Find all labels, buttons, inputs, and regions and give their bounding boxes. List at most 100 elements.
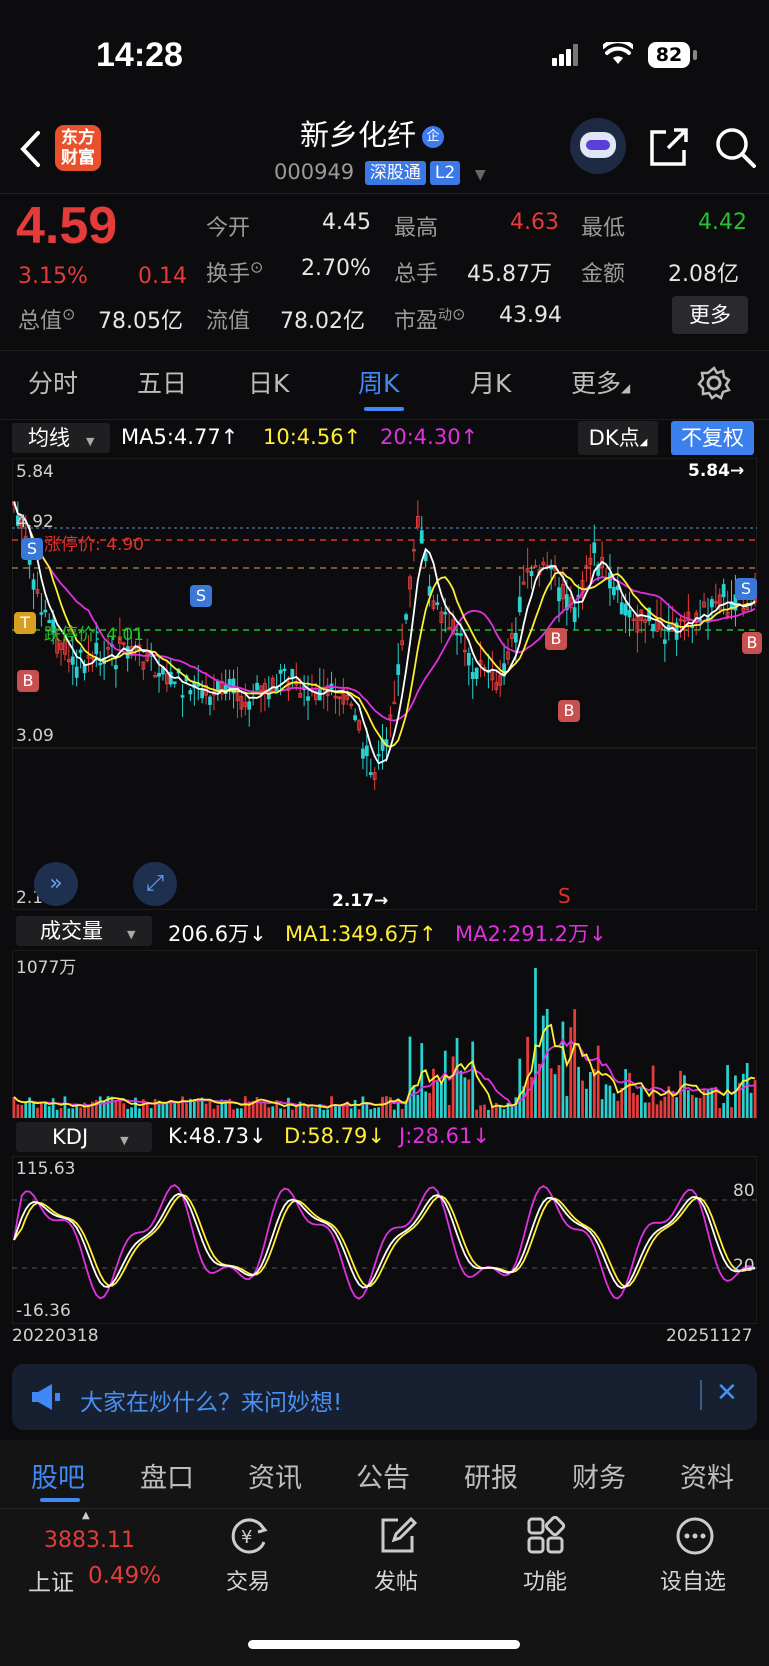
tab-forum[interactable]: 股吧 [31,1456,85,1495]
volume-indicator-select[interactable]: 成交量 ▼ [16,916,152,946]
volume-ma1-label: MA1:349.6万↑ [285,922,437,946]
level2-tag: L2 [429,161,461,185]
current-price: 4.59 [16,197,118,255]
tab-profile[interactable]: 资料 [680,1456,734,1495]
high-label: 最高 [394,216,439,241]
index-change[interactable]: 0.49% [88,1563,161,1589]
tab-day-k[interactable]: 日K [248,364,289,400]
volume-value-label: 206.6万↓ [168,922,267,946]
tab-news[interactable]: 资讯 [248,1456,302,1495]
connect-tag: 深股通 [364,161,426,185]
kdj-indicator-select[interactable]: KDJ ▼ [16,1122,152,1152]
no-adjust-button[interactable]: 不复权 [671,421,754,455]
sell-badge: S [735,578,757,600]
high-value: 4.63 [510,210,559,235]
back-icon[interactable] [18,130,42,168]
kline-chart[interactable] [12,458,757,910]
battery-icon: 82 [648,42,690,68]
close-icon[interactable]: ✕ [716,1378,738,1408]
trade-label[interactable]: 交易 [226,1564,270,1596]
search-icon[interactable] [714,126,758,170]
ai-prompt-text[interactable]: 大家在炒什么？来问妙想! [80,1383,342,1417]
change-value: 0.14 [138,264,187,289]
y-axis-top: 5.84 [16,462,54,482]
low-label: 最低 [581,216,626,241]
volume-y-top: 1077万 [16,958,77,978]
more-dots-icon[interactable] [675,1516,715,1556]
info-icon[interactable]: ⊙ [250,258,263,277]
tab-five-day[interactable]: 五日 [137,364,187,400]
status-bar: 14:28 82 [0,0,769,110]
settings-gear-icon[interactable] [697,366,731,400]
index-value[interactable]: 3883.11 [44,1528,135,1553]
kdj-y-top: 115.63 [16,1159,76,1179]
mcap-value: 78.05亿 [98,309,183,334]
ma5-label: MA5:4.77↑ [121,425,239,449]
limit-down-label: 跌停价: 4.01 [44,625,144,645]
trade-icon[interactable]: ¥ [228,1516,270,1556]
min-price-marker: 2.17→ [332,891,389,911]
buy-badge: B [545,628,567,650]
tab-research[interactable]: 研报 [464,1456,518,1495]
divider [0,193,769,194]
ma20-label: 20:4.30↑ [380,425,479,449]
kdj-j-label: J:28.61↓ [399,1124,490,1148]
function-label[interactable]: 功能 [523,1564,567,1596]
kdj-k-label: K:48.73↓ [168,1124,267,1148]
ma-indicator-select[interactable]: 均线 ▼ [12,423,110,453]
tab-week-k[interactable]: 周K [358,364,399,400]
kdj-chart [12,1156,757,1324]
tab-month-k[interactable]: 月K [470,364,511,400]
active-tab-indicator [364,407,404,411]
info-icon[interactable]: ⊙ [452,305,465,324]
buy-badge: B [17,670,39,692]
stock-name: 新乡化纤 [300,118,417,152]
tab-more[interactable]: 更多◢ [571,364,630,400]
signal-icon [552,44,578,66]
turnover-value: 2.70% [301,256,371,281]
y-axis-mid1: 4.92 [16,512,54,532]
kdj-level-20: 20 [733,1256,755,1276]
max-price-marker: 5.84→ [688,461,745,481]
robot-assistant-icon[interactable] [570,118,626,174]
app-logo: 东方财富 [55,125,101,171]
post-edit-icon[interactable] [378,1516,418,1556]
function-grid-icon[interactable] [526,1516,566,1556]
open-label: 今开 [206,216,251,241]
tab-financials[interactable]: 财务 [572,1456,626,1495]
sell-badge: S [190,585,212,607]
turnover-label: 换手⊙ [206,257,264,287]
change-percent: 3.15% [18,264,88,289]
share-icon[interactable] [648,126,690,168]
tab-orderbook[interactable]: 盘口 [140,1456,194,1495]
tab-intraday[interactable]: 分时 [28,364,78,400]
home-indicator [248,1640,520,1649]
sell-signal-marker: S [558,884,571,908]
stock-title: 新乡化纤企 [300,112,445,154]
amount-label: 金额 [581,262,626,287]
dk-point-button[interactable]: DK点◢ [578,421,658,455]
pe-value: 43.94 [499,303,562,328]
fullscreen-icon[interactable]: ⤢ [133,862,177,906]
kdj-level-80: 80 [733,1181,755,1201]
stock-code-row[interactable]: 000949 深股通 L2 ▼ [274,160,486,185]
post-label[interactable]: 发帖 [374,1564,418,1596]
more-button[interactable]: 更多 [672,296,748,334]
float-value: 78.02亿 [280,309,365,334]
active-tab-indicator [40,1498,80,1502]
kdj-d-label: D:58.79↓ [284,1124,385,1148]
volume-value: 45.87万 [467,262,552,287]
volume-chart [12,950,757,1118]
volume-ma2-label: MA2:291.2万↓ [455,922,607,946]
enterprise-badge: 企 [422,126,445,148]
pe-label: 市盈动⊙ [394,304,466,334]
low-value: 4.42 [698,210,747,235]
info-icon[interactable]: ⊙ [62,305,75,324]
ma10-label: 10:4.56↑ [263,425,362,449]
wifi-icon [603,42,633,64]
watchlist-label[interactable]: 设自选 [660,1564,726,1596]
index-name[interactable]: 上证 [28,1563,74,1597]
tab-announcements[interactable]: 公告 [356,1456,410,1495]
expand-right-icon[interactable]: » [34,862,78,906]
megaphone-icon [32,1384,60,1410]
